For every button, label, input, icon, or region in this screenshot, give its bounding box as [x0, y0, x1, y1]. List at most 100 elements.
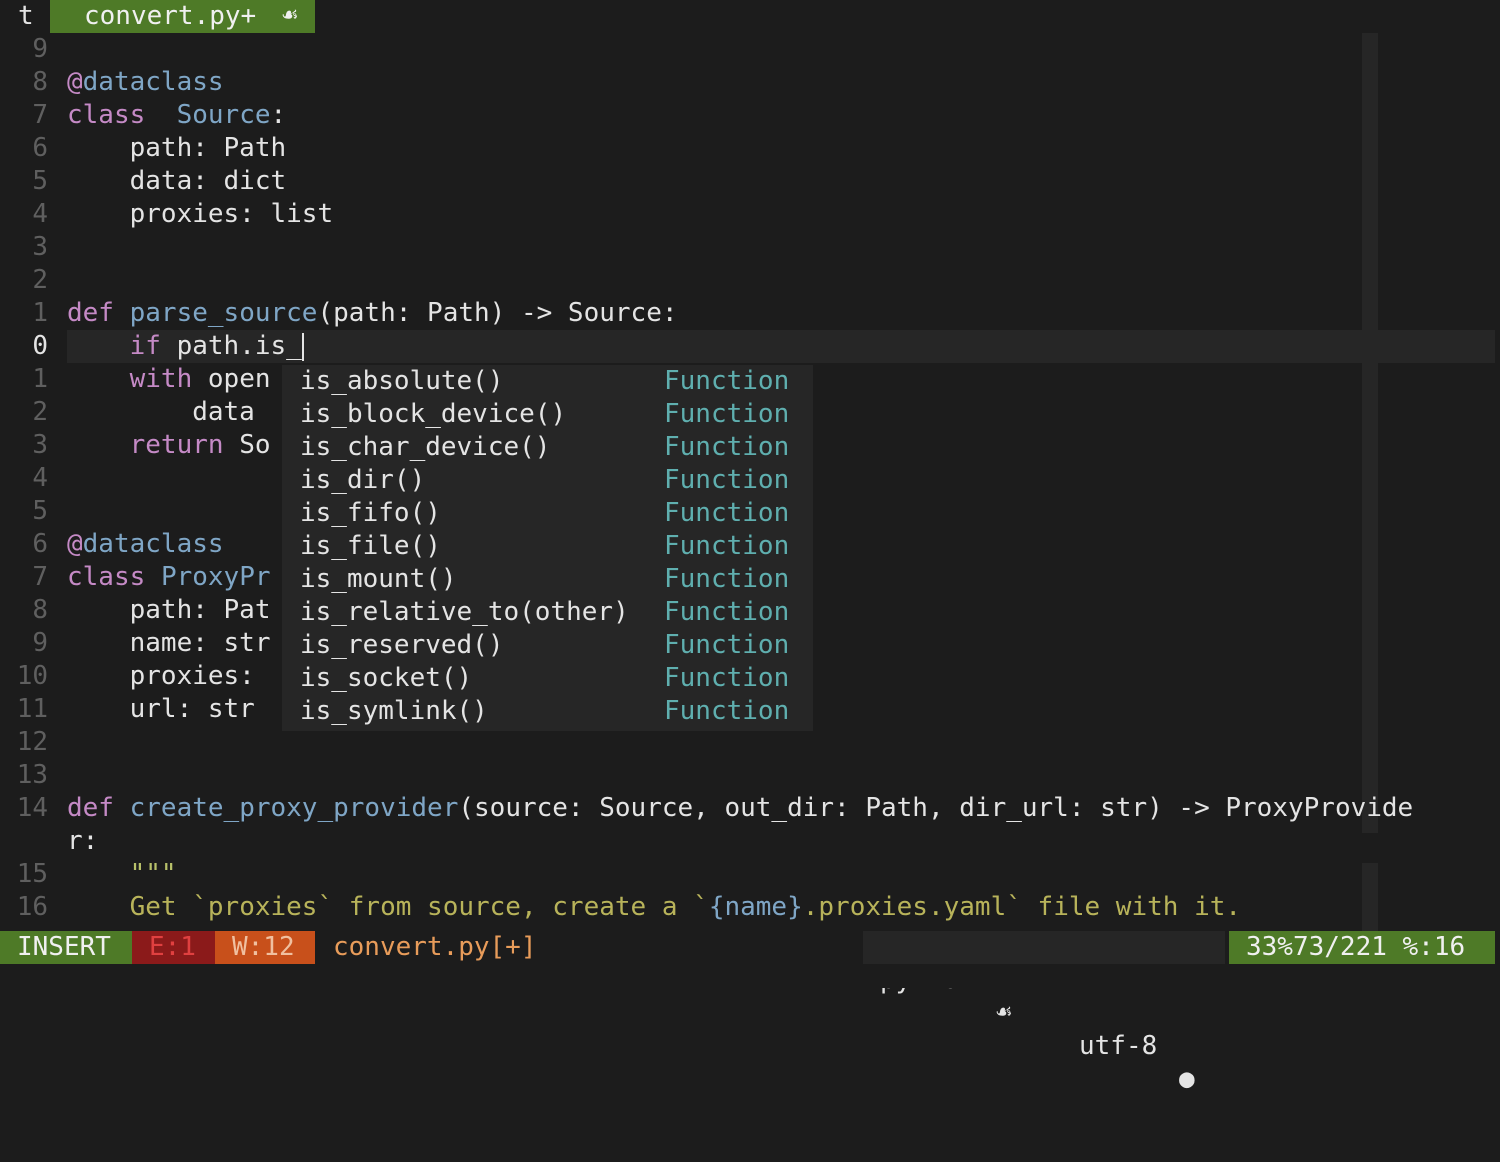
line-number: 10 [16, 661, 48, 691]
line-code: @dataclass [67, 528, 224, 561]
filetype-section: python ☙ utf-8 ● [863, 931, 1225, 1094]
completion-item-name: is_reserved() [300, 630, 504, 660]
code-line[interactable]: 5 data: dict [0, 165, 1500, 198]
line-number: 13 [16, 760, 48, 790]
completion-item[interactable]: is_mount() Function [282, 563, 813, 596]
line-number: 16 [16, 892, 48, 922]
code-token: def [67, 793, 114, 823]
code-line[interactable]: 8 @dataclass [0, 66, 1500, 99]
completion-item[interactable]: is_relative_to(other) Function [282, 596, 813, 629]
code-token: dataclass [82, 529, 224, 559]
completion-item-kind: Function [664, 465, 790, 495]
code-token: dataclass [82, 67, 224, 97]
code-line[interactable]: 3 [0, 231, 1500, 264]
line-code: name: str [67, 627, 271, 660]
line-code: def parse_source(path: Path) -> Source: [67, 297, 678, 330]
code-token: return [129, 430, 224, 460]
command-line[interactable] [0, 964, 1500, 988]
code-line[interactable]: 16 Get `proxies` from source, create a `… [0, 891, 1500, 924]
code-line[interactable]: 9 [0, 33, 1500, 66]
code-token: @ [67, 67, 83, 97]
line-number: 5 [32, 166, 48, 196]
line-code: url: str [67, 693, 255, 726]
line-code: data [67, 396, 255, 429]
line-code: @dataclass [67, 66, 224, 99]
completion-item[interactable]: is_socket() Function [282, 662, 813, 695]
line-code: def create_proxy_provider(source: Source… [67, 792, 1413, 825]
code-token: def [67, 298, 114, 328]
line-code: if path.is_ [67, 330, 304, 363]
code-token: class [67, 562, 146, 592]
completion-item[interactable]: is_dir() Function [282, 464, 813, 497]
completion-popup[interactable]: is_absolute() Function is_block_device() Fu… [282, 365, 813, 731]
completion-item-name: is_file() [300, 531, 441, 561]
code-line[interactable]: 2 [0, 264, 1500, 297]
completion-item[interactable]: is_reserved() Function [282, 629, 813, 662]
completion-item-kind: Function [664, 432, 790, 462]
completion-item-name: is_symlink() [300, 696, 488, 726]
code-token: name: str [67, 628, 271, 658]
tab-convert-py[interactable]: convert.py+ ☙ [50, 0, 315, 33]
code-token: r: [67, 826, 99, 856]
completion-item[interactable]: is_symlink() Function [282, 695, 813, 728]
code-token: Source [176, 100, 271, 130]
code-line[interactable]: 4 proxies: list [0, 198, 1500, 231]
tabline-left-label: t [18, 1, 34, 31]
line-number: 1 [32, 298, 48, 328]
code-token: .proxies.yaml` file with it. [802, 892, 1242, 922]
line-code: path: Pat [67, 594, 271, 627]
line-code: class Source: [67, 99, 286, 132]
code-token: create_proxy_provider [129, 793, 459, 823]
code-token: open [192, 364, 271, 394]
completion-item[interactable]: is_block_device() Function [282, 398, 813, 431]
code-line[interactable]: 6 path: Path [0, 132, 1500, 165]
code-token: data: dict [67, 166, 287, 196]
completion-item-kind: Function [664, 696, 790, 726]
line-number: 11 [16, 694, 48, 724]
completion-item[interactable]: is_char_device() Function [282, 431, 813, 464]
code-line[interactable]: r: [0, 825, 1500, 858]
line-code: proxies: list [67, 198, 334, 231]
code-line[interactable]: 0 if path.is_ [0, 330, 1500, 363]
code-line[interactable]: 13 [0, 759, 1500, 792]
code-token: with [129, 364, 193, 394]
line-number: 12 [16, 727, 48, 757]
completion-item-name: is_socket() [300, 663, 473, 693]
completion-item[interactable]: is_fifo() Function [282, 497, 813, 530]
code-token: if [129, 331, 161, 361]
completion-item-name: is_relative_to(other) [300, 597, 629, 627]
code-line[interactable]: 15 """ [0, 858, 1500, 891]
encoding-label: utf-8 [1079, 1031, 1158, 1061]
python-icon: ☙ [282, 1, 298, 31]
code-token: Get `proxies` from source, create a ` [129, 892, 709, 922]
line-number: 7 [32, 562, 48, 592]
completion-item-kind: Function [664, 663, 790, 693]
tab-label: convert.py+ [84, 1, 257, 31]
completion-item-kind: Function [664, 498, 790, 528]
line-number: 9 [32, 628, 48, 658]
completion-item[interactable]: is_file() Function [282, 530, 813, 563]
code-token: (source: Source, out_dir: Path, dir_url:… [458, 793, 1414, 823]
completion-item[interactable]: is_absolute() Function [282, 365, 813, 398]
code-token: """ [129, 859, 177, 889]
warning-count: W:12 [215, 931, 315, 964]
code-line[interactable]: 14 def create_proxy_provider(source: Sour… [0, 792, 1500, 825]
code-token: url: str [67, 694, 255, 724]
line-number: 5 [32, 496, 48, 526]
code-token: So [223, 430, 271, 460]
code-token: data [67, 397, 255, 427]
line-code: Get `proxies` from source, create a `{na… [67, 891, 1241, 924]
line-number: 7 [32, 100, 48, 130]
completion-item-kind: Function [664, 366, 790, 396]
code-line[interactable]: 7 class Source: [0, 99, 1500, 132]
line-number: 6 [32, 529, 48, 559]
line-number: 1 [32, 364, 48, 394]
code-token: : [270, 100, 287, 130]
code-token: class [67, 100, 146, 130]
code-line[interactable]: 1 def parse_source(path: Path) -> Source: [0, 297, 1500, 330]
line-number: 9 [32, 34, 48, 64]
